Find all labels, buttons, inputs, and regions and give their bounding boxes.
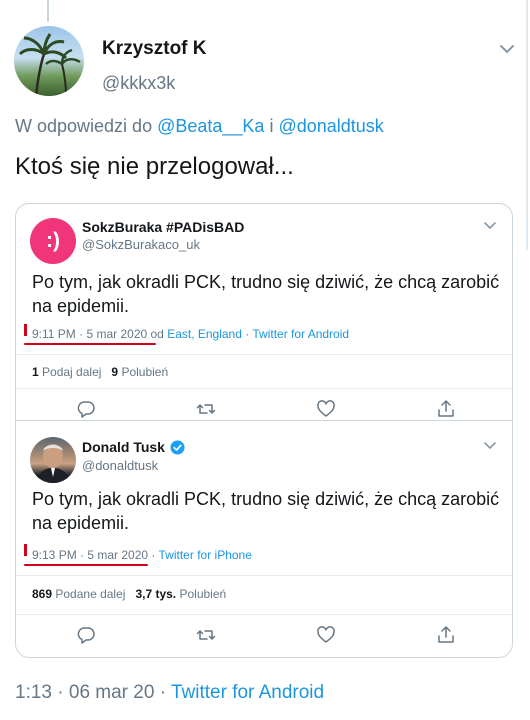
red-underline-annotation [24, 564, 148, 566]
reply-icon[interactable] [76, 399, 96, 419]
portrait-image [36, 444, 70, 483]
tweet-meta: 1:13 · 06 mar 20 · Twitter for Android [15, 682, 324, 704]
like-icon[interactable] [316, 625, 336, 645]
author-name[interactable]: Donald Tusk [82, 439, 185, 455]
action-bar [76, 399, 456, 419]
location-link[interactable]: East, England [167, 327, 242, 341]
retweets-label: Podane dalej [55, 587, 126, 601]
divider [16, 614, 512, 615]
red-annotation [24, 324, 27, 336]
retweets-count: 1 [32, 365, 39, 379]
action-bar [76, 625, 456, 645]
likes-stat[interactable]: 9 Polubień [111, 365, 168, 379]
client-link[interactable]: Twitter for Android [171, 682, 324, 703]
likes-count: 9 [111, 365, 119, 379]
mention-link[interactable]: @Beata__Ka [157, 116, 264, 136]
likes-label: Polubień [121, 365, 169, 379]
divider [16, 388, 512, 389]
likes-label: Polubień [179, 587, 227, 601]
author-name-text: Donald Tusk [82, 439, 165, 455]
quoted-tweet-card[interactable]: :) SokzBuraka #PADisBAD @SokzBurakaco_uk… [15, 203, 513, 421]
verified-badge-icon [170, 439, 185, 455]
avatar[interactable] [30, 437, 76, 483]
avatar[interactable]: :) [30, 218, 76, 264]
retweets-count: 869 [32, 587, 53, 601]
meta-separator: · [51, 682, 69, 703]
meta-separator: · [148, 548, 159, 562]
red-underline-annotation [24, 343, 156, 345]
mention-link[interactable]: @donaldtusk [278, 116, 383, 136]
reply-icon[interactable] [76, 625, 96, 645]
tweet-meta: 9:11 PM · 5 mar 2020 od East, England · … [32, 327, 349, 341]
reply-context: W odpowiedzi do @Beata__Ka i @donaldtusk [15, 116, 384, 137]
author-handle[interactable]: @SokzBurakaco_uk [82, 237, 200, 252]
tweet-date[interactable]: 06 mar 20 [69, 682, 155, 703]
tweet-text: Po tym, jak okradli PCK, trudno się dziw… [32, 489, 500, 533]
divider [16, 354, 512, 355]
tweet-text: Ktoś się nie przelogował... [15, 153, 294, 180]
retweets-stat[interactable]: 1 Podaj dalej [32, 365, 101, 379]
likes-count: 3,7 tys. [135, 587, 177, 601]
timestamp[interactable]: 9:13 PM · 5 mar 2020 [32, 548, 148, 562]
like-icon[interactable] [316, 399, 336, 419]
tweet-meta: 9:13 PM · 5 mar 2020 · Twitter for iPhon… [32, 548, 252, 562]
client-link[interactable]: Twitter for iPhone [159, 548, 252, 562]
avatar[interactable] [14, 26, 84, 96]
tweet-stats: 1 Podaj dalej 9 Polubień [32, 365, 168, 379]
tweet-time[interactable]: 1:13 [15, 682, 52, 703]
author-name[interactable]: SokzBuraka #PADisBAD [82, 219, 244, 235]
chevron-down-icon[interactable] [496, 38, 518, 60]
divider [16, 575, 512, 576]
author-handle[interactable]: @donaldtusk [82, 458, 158, 473]
retweet-icon[interactable] [196, 399, 216, 419]
tweet-text: Po tym, jak okradli PCK, trudno się dziw… [32, 272, 500, 316]
author-name-text: SokzBuraka #PADisBAD [82, 219, 245, 235]
tweet-stats: 869 Podane dalej 3,7 tys. Polubień [32, 587, 226, 601]
reply-conjunction: i [264, 116, 279, 136]
palm-trees-image [18, 33, 81, 96]
author-name[interactable]: Krzysztof K [102, 38, 207, 60]
retweet-icon[interactable] [196, 625, 216, 645]
reply-prefix: W odpowiedzi do [15, 116, 158, 136]
likes-stat[interactable]: 3,7 tys. Polubień [135, 587, 226, 601]
red-annotation [24, 544, 27, 556]
retweets-label: Podaj dalej [42, 365, 102, 379]
thread-line [47, 0, 49, 22]
share-icon[interactable] [436, 399, 456, 419]
author-handle[interactable]: @kkkx3k [102, 73, 175, 94]
timestamp[interactable]: 9:11 PM · 5 mar 2020 [32, 327, 147, 341]
retweets-stat[interactable]: 869 Podane dalej [32, 587, 125, 601]
client-link[interactable]: Twitter for Android [252, 327, 349, 341]
chevron-down-icon[interactable] [482, 217, 498, 233]
meta-separator: · [241, 327, 253, 341]
share-icon[interactable] [436, 625, 456, 645]
location-prefix: od [147, 327, 168, 341]
quoted-tweet-card[interactable]: Donald Tusk @donaldtusk Po tym, jak okra… [15, 421, 513, 658]
chevron-down-icon[interactable] [482, 437, 498, 453]
meta-separator: · [154, 682, 171, 703]
scrollbar-edge [526, 0, 528, 250]
